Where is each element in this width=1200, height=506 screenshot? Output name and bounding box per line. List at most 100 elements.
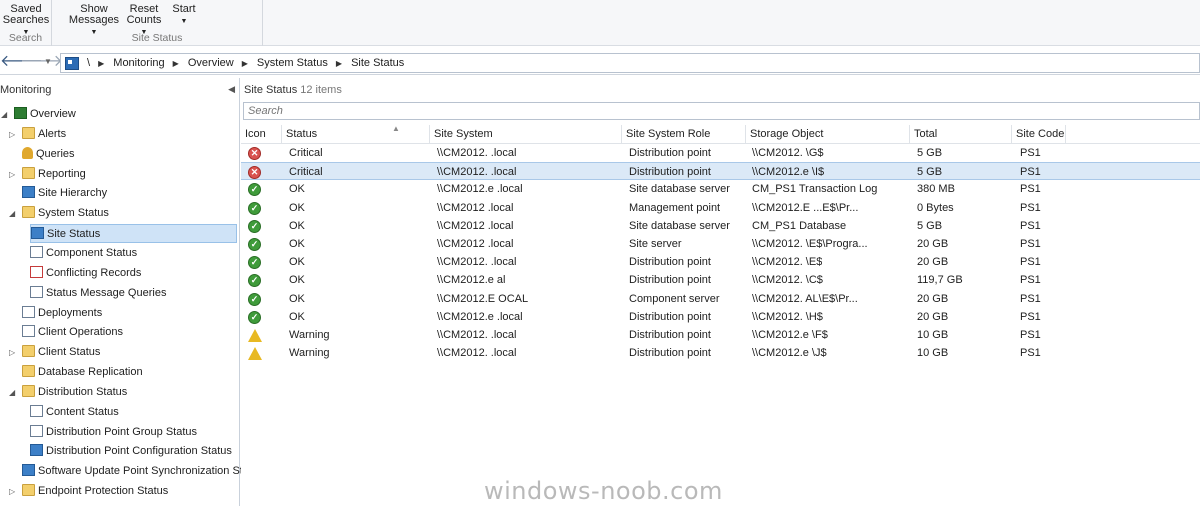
ribbon-group-label: Search [8,32,43,44]
breadcrumb-item[interactable]: Monitoring [113,57,164,69]
queries-icon [22,146,33,159]
nav-item-client-status[interactable]: ▷ Client Status [9,343,100,362]
nav-item-label: Client Operations [38,326,123,339]
table-row[interactable]: ✓ OK \\CM2012 .local Site database server CM… [241,217,1200,235]
column-header-site-system[interactable]: Site System [430,125,622,144]
nav-item-reporting[interactable]: ▷ Reporting [9,165,86,184]
nav-item-distribution-status[interactable]: ◢ Distribution Status [9,383,127,402]
history-dropdown-icon[interactable]: ▼ [44,57,52,66]
ok-icon: ✓ [248,201,261,215]
nav-item-site-hierarchy[interactable]: Site Hierarchy [22,184,107,203]
collapse-pane-icon[interactable]: ◀ [228,84,235,95]
cell-storage: \\CM2012. \H$ [752,310,823,323]
results-title: Site Status 12 items [244,84,342,96]
column-header-storage-object[interactable]: Storage Object [746,125,910,144]
breadcrumb-separator-icon[interactable]: ▶ [336,59,342,68]
cell-total: 20 GB [917,237,949,250]
breadcrumb[interactable]: \ ▶ Monitoring ▶ Overview ▶ System Status ▶ … [60,53,1200,73]
breadcrumb-separator-icon[interactable]: ▶ [98,59,104,68]
nav-item-status-message-queries[interactable]: Status Message Queries [30,284,166,303]
cell-site-system: \\CM2012.e al [437,274,506,287]
cell-storage: \\CM2012. AL\E$\Pr... [752,292,858,305]
table-row[interactable]: ✓ OK \\CM2012.e al Distribution point \\CM20… [241,271,1200,289]
cell-total: 20 GB [917,256,949,269]
cell-total: 5 GB [917,147,943,159]
nav-item-distribution-point-configuration-status[interactable]: Distribution Point Configuration Status [30,442,232,461]
nav-item-endpoint-protection-status[interactable]: ▷ Endpoint Protection Status [9,482,168,501]
cell-total: 5 GB [917,219,943,232]
console-root-icon [65,57,79,70]
breadcrumb-separator-icon[interactable]: ▶ [242,59,248,68]
search-input[interactable] [243,102,1200,120]
folder-icon [22,206,35,219]
nav-item-content-status[interactable]: Content Status [30,403,119,422]
cell-total: 5 GB [917,166,943,179]
cell-code: PS1 [1020,347,1041,360]
table-row[interactable]: ✓ OK \\CM2012.E OCAL Component server \\CM20… [241,290,1200,308]
collapse-icon[interactable]: ◢ [9,383,15,402]
cell-role: Distribution point [629,347,711,360]
ok-icon: ✓ [248,292,261,306]
site-hierarchy-icon [22,186,35,199]
expand-icon[interactable]: ▷ [9,482,15,501]
dropdown-arrow-icon: ▼ [180,18,188,25]
nav-item-alerts[interactable]: ▷ Alerts [9,125,66,144]
nav-item-conflicting-records[interactable]: Conflicting Records [30,264,141,283]
cell-role: Distribution point [629,166,711,179]
expand-icon[interactable]: ▷ [9,165,15,184]
column-header-site-code[interactable]: Site Code [1012,125,1066,144]
breadcrumb-separator-icon[interactable]: ▶ [173,59,179,68]
back-arrow-icon[interactable]: 🡐 [0,53,43,71]
table-row[interactable]: ✓ OK \\CM2012 .local Site server \\CM2012. \… [241,235,1200,253]
collapse-icon[interactable]: ◢ [1,105,7,124]
cell-total: 10 GB [917,347,949,360]
cell-status: OK [289,237,305,250]
table-row[interactable]: Warning \\CM2012. .local Distribution poin… [241,344,1200,362]
table-row[interactable]: ✓ OK \\CM2012 .local Management point \\CM20… [241,199,1200,217]
nav-item-client-operations[interactable]: Client Operations [22,323,123,342]
nav-item-distribution-point-group-status[interactable]: Distribution Point Group Status [30,423,197,442]
table-row[interactable]: ✕ Critical \\CM2012. .local Distribution po… [241,162,1200,181]
cell-role: Distribution point [629,328,711,341]
nav-item-site-status[interactable]: Site Status [30,224,237,244]
start-button[interactable]: Start ▼ [170,4,198,27]
cell-storage: \\CM2012. \E$ [752,256,823,269]
nav-item-label: Overview [30,108,76,120]
cell-site-system: \\CM2012. .local [437,256,517,269]
expand-icon[interactable]: ▷ [9,125,15,144]
breadcrumb-item[interactable]: Overview [188,57,234,69]
cell-status: OK [289,201,305,214]
folder-icon [22,345,35,358]
nav-item-queries[interactable]: Queries [22,145,75,164]
column-header-status[interactable]: Status ▲ [282,124,430,144]
column-header-icon[interactable]: Icon [241,125,282,144]
breadcrumb-item[interactable]: \ [87,57,90,69]
column-header-site-system-role[interactable]: Site System Role [622,125,746,144]
expand-icon[interactable]: ▷ [9,343,15,362]
cell-role: Site database server [629,183,730,196]
table-row[interactable]: Warning \\CM2012. .local Distribution poin… [241,326,1200,344]
table-row[interactable]: ✓ OK \\CM2012. .local Distribution point \\C… [241,253,1200,271]
nav-item-system-status[interactable]: ◢ System Status [9,204,109,223]
nav-item-overview[interactable]: ◢ Overview [1,105,76,124]
table-row[interactable]: ✓ OK \\CM2012.e .local Site database server… [241,180,1200,198]
cell-status: Critical [289,147,323,159]
forward-arrow-icon[interactable]: 🡒 [20,53,63,71]
nav-item-deployments[interactable]: Deployments [22,304,102,323]
breadcrumb-item[interactable]: Site Status [351,57,404,69]
column-header-total[interactable]: Total [910,125,1012,144]
cell-role: Distribution point [629,147,711,159]
collapse-icon[interactable]: ◢ [9,204,15,223]
cell-code: PS1 [1020,292,1041,305]
nav-item-label: Reporting [38,167,86,180]
breadcrumb-item[interactable]: System Status [257,57,328,69]
nav-item-software-update-point-synchronization-status[interactable]: Software Update Point Synchronization St… [22,462,264,481]
site-status-icon [31,227,44,240]
nav-item-component-status[interactable]: Component Status [30,244,137,263]
results-pane: Site Status 12 items Icon Status▲ Site S… [241,78,1200,506]
table-row[interactable]: ✕ Critical \\CM2012. .local Distribution po… [241,144,1200,162]
cell-code: PS1 [1020,183,1041,196]
warning-icon [248,347,262,361]
nav-item-database-replication[interactable]: Database Replication [22,363,143,382]
table-row[interactable]: ✓ OK \\CM2012.e .local Distribution point \\… [241,308,1200,326]
